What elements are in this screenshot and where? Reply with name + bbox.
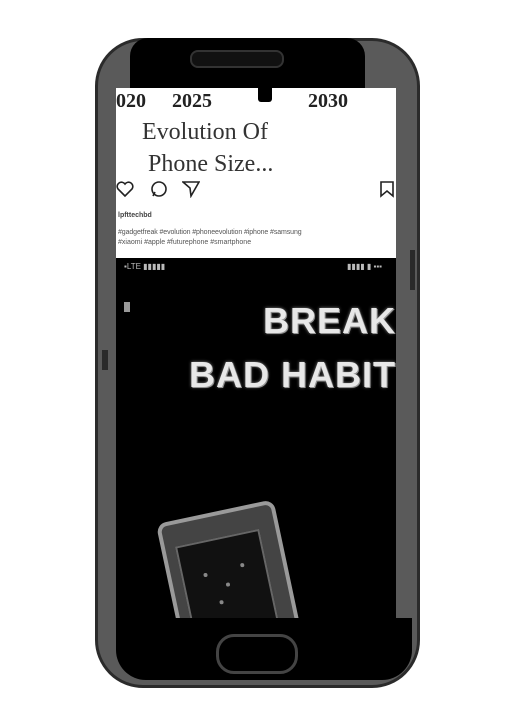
post-title-line1: Evolution Of [142, 119, 268, 145]
headline-line1: BREAK [262, 300, 396, 341]
side-button-right [410, 250, 415, 290]
screen-dot [219, 599, 224, 605]
screen-dot [203, 572, 208, 578]
year-row: 020 2025 2030 [116, 90, 396, 114]
screen-dot [239, 562, 245, 568]
post-hashtags: #gadgetfreak #evolution #phoneevolution … [118, 229, 302, 236]
post-actions-bar [116, 180, 396, 202]
year-label: 2030 [308, 90, 348, 112]
post-username[interactable]: lpfttechbd [118, 212, 152, 219]
navigation-button-right[interactable] [330, 618, 390, 676]
video-frame[interactable]: ▪LTE ▮▮▮▮▮ ▮▮▮▮ ▮ ▪▪▪ BREAK BAD HABIT [116, 258, 396, 618]
home-button[interactable] [216, 634, 298, 674]
post-image-top: 020 2025 2030 Evolution Of Phone Size...… [116, 88, 396, 258]
post-title-line2: Phone Size... [148, 151, 274, 177]
earpiece-speaker [190, 50, 284, 68]
heart-icon[interactable] [116, 180, 134, 198]
share-icon[interactable] [180, 180, 201, 199]
smartphone-screen [174, 528, 281, 618]
phone-screen: 020 2025 2030 Evolution Of Phone Size...… [116, 88, 396, 618]
side-button-left [102, 350, 108, 370]
bookmark-icon[interactable] [378, 180, 396, 198]
screen-dot [225, 582, 231, 587]
front-camera-icon [258, 84, 272, 102]
smartphone-image [155, 499, 307, 618]
status-bar-right: ▮▮▮▮ ▮ ▪▪▪ [347, 262, 382, 271]
headline-line2: BAD HABIT [189, 354, 396, 395]
year-label: 020 [116, 90, 146, 112]
year-label: 2025 [172, 90, 212, 112]
status-bar-left: ▪LTE ▮▮▮▮▮ [124, 262, 166, 271]
post-hashtags: #xiaomi #apple #futurephone #smartphone [118, 239, 252, 246]
post-title: Evolution Of Phone Size... [142, 116, 392, 180]
comment-icon[interactable] [150, 180, 168, 198]
